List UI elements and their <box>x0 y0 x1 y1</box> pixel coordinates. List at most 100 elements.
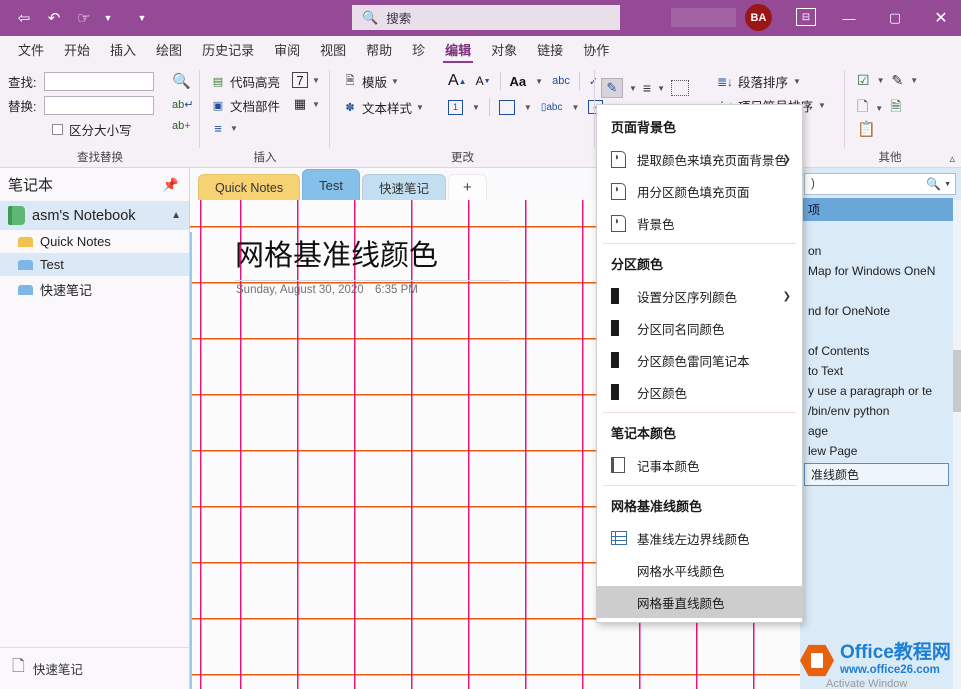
page-background-color-icon[interactable]: ✎ <box>601 78 623 98</box>
list-item[interactable]: lew Page <box>800 441 953 461</box>
page-list-scrollbar-track[interactable] <box>953 200 961 689</box>
list-item[interactable]: on <box>800 241 953 261</box>
page-search-box[interactable]: ) 🔍 ▼ <box>804 173 956 195</box>
chevron-down-icon[interactable]: ▼ <box>793 77 801 86</box>
ribbon-tab-collab[interactable]: 协作 <box>573 37 619 64</box>
chevron-down-icon[interactable]: ▼ <box>524 103 532 112</box>
back-arrow-icon[interactable]: ⇦ <box>10 4 38 32</box>
chevron-down-icon[interactable]: ▼ <box>416 103 424 112</box>
document-parts-label[interactable]: 文档部件 <box>230 96 280 115</box>
maximize-button[interactable]: ▢ <box>872 0 918 36</box>
chevron-down-icon[interactable]: ▼ <box>657 84 665 93</box>
sort-az-icon[interactable]: ≡ <box>210 120 226 136</box>
calendar-date-icon[interactable]: 7 <box>292 72 308 88</box>
list-item[interactable]: /bin/env python <box>800 401 953 421</box>
ribbon-tab-history[interactable]: 历史记录 <box>192 37 264 64</box>
menu-item-section-color-same-as-notebook[interactable]: 分区颜色雷同笔记本 <box>597 344 802 376</box>
collapse-ribbon-icon[interactable]: ▵ <box>949 152 955 165</box>
minimize-button[interactable]: — <box>826 0 872 36</box>
chevron-down-icon[interactable]: ▼ <box>818 101 826 110</box>
copy-icon[interactable]: 🗋 <box>857 96 868 120</box>
chevron-down-icon[interactable]: ▼ <box>312 100 320 109</box>
chevron-down-icon[interactable]: ▼ <box>391 77 399 86</box>
clipboard-icon[interactable]: 📋 <box>857 120 876 138</box>
customize-quick-access-icon[interactable]: ▼ <box>134 4 150 32</box>
page-time[interactable]: 6:35 PM <box>375 284 418 296</box>
chevron-down-icon[interactable]: ▼ <box>629 84 637 93</box>
border-icon[interactable] <box>499 100 515 115</box>
menu-item-notebook-color[interactable]: 记事本颜色 <box>597 449 802 481</box>
paste-check-icon[interactable]: 🗎 <box>890 96 901 120</box>
search-icon[interactable]: 🔍 <box>172 72 191 90</box>
ribbon-tab-help[interactable]: 帮助 <box>356 37 402 64</box>
ribbon-tab-draw[interactable]: 绘图 <box>146 37 192 64</box>
page-list-scrollbar-thumb[interactable] <box>953 350 961 412</box>
find-input[interactable] <box>44 72 154 91</box>
section-tab-quick-notes[interactable]: Quick Notes <box>198 174 300 200</box>
grid-icon[interactable] <box>671 80 689 96</box>
menu-item-extract-color-fill-page-bg[interactable]: 提取颜色来填充页面背景色 ❯ <box>597 143 802 175</box>
undo-icon[interactable]: ↶ <box>40 4 68 32</box>
menu-item-section-color[interactable]: 分区颜色 <box>597 376 802 408</box>
add-section-button[interactable]: + <box>448 174 487 200</box>
list-item[interactable]: to Text <box>800 361 953 381</box>
replace-all-icon[interactable]: a​b+ <box>172 120 191 132</box>
page-date[interactable]: Sunday, August 30, 2020 <box>236 284 364 296</box>
table-icon[interactable]: ▦ <box>292 96 308 112</box>
template-label[interactable]: 模版 <box>362 72 387 91</box>
ribbon-tab-link[interactable]: 链接 <box>527 37 573 64</box>
sidebar-item-kuaisubiji[interactable]: 快速笔记 <box>0 276 189 303</box>
ribbon-tab-object[interactable]: 对象 <box>481 37 527 64</box>
menu-item-set-section-sequence-color[interactable]: 设置分区序列颜色 ❯ <box>597 280 802 312</box>
replace-input[interactable] <box>44 96 154 115</box>
sort-paragraph-label[interactable]: 段落排序 <box>738 72 788 91</box>
menu-item-grid-vertical-line-color[interactable]: 网格垂直线颜色 <box>597 586 802 618</box>
chevron-down-icon[interactable]: ▼ <box>877 76 885 85</box>
list-item-active-page[interactable]: 准线颜色 <box>804 463 949 486</box>
ribbon-display-options-icon[interactable]: ⊟ <box>796 8 816 26</box>
ribbon-tab-review[interactable]: 审阅 <box>264 37 310 64</box>
list-item[interactable]: y use a paragraph or te <box>800 381 953 401</box>
numbering-icon[interactable]: 1 <box>448 100 463 115</box>
list-item[interactable]: Map for Windows OneN <box>800 261 953 281</box>
page-title[interactable]: 网格基准线颜色 <box>235 232 438 274</box>
chevron-down-icon[interactable]: ▼ <box>472 103 480 112</box>
text-style-label[interactable]: 文本样式 <box>362 98 412 117</box>
pin-icon[interactable]: 📌 <box>163 177 179 193</box>
list-item[interactable] <box>800 281 953 301</box>
change-case-icon[interactable]: Aa <box>510 74 527 89</box>
section-tab-kuaisubiji[interactable]: 快速笔记 <box>362 174 446 200</box>
list-icon[interactable]: ≡ <box>643 80 651 96</box>
chevron-down-icon[interactable]: ▼ <box>944 181 951 188</box>
touch-mode-icon[interactable]: ☞ <box>70 4 98 32</box>
ribbon-tab-view[interactable]: 视图 <box>310 37 356 64</box>
chevron-down-icon[interactable]: ▼ <box>312 76 320 85</box>
list-item[interactable]: 项 <box>800 198 953 221</box>
chevron-up-icon[interactable]: ▲ <box>171 210 181 221</box>
menu-item-grid-horizontal-line-color[interactable]: 网格水平线颜色 <box>597 554 802 586</box>
list-item[interactable]: nd for OneNote <box>800 301 953 321</box>
notebook-item-asms-notebook[interactable]: asm's Notebook ▲ <box>0 201 189 230</box>
chevron-down-icon[interactable]: ▼ <box>571 103 579 112</box>
highlighter-icon[interactable]: ✎ <box>891 72 903 89</box>
ribbon-tab-home[interactable]: 开始 <box>54 37 100 64</box>
ribbon-tab-insert[interactable]: 插入 <box>100 37 146 64</box>
search-box[interactable]: 🔍 搜索 <box>352 5 620 30</box>
menu-item-background-color[interactable]: 背景色 <box>597 207 802 239</box>
shrink-font-icon[interactable]: A▼ <box>476 74 491 88</box>
menu-item-same-name-same-color[interactable]: 分区同名同颜色 <box>597 312 802 344</box>
menu-item-fill-page-with-section-color[interactable]: 用分区颜色填充页面 <box>597 175 802 207</box>
avatar[interactable]: BA <box>745 4 772 31</box>
list-item[interactable] <box>800 321 953 341</box>
sidebar-item-quick-notes[interactable]: Quick Notes <box>0 230 189 253</box>
ribbon-tab-edit[interactable]: 编辑 <box>435 37 481 64</box>
close-button[interactable]: ✕ <box>918 0 961 36</box>
menu-item-baseline-left-border-color[interactable]: 基准线左边界线颜色 <box>597 522 802 554</box>
grow-font-icon[interactable]: A▲ <box>448 72 467 90</box>
list-item[interactable]: age <box>800 421 953 441</box>
search-icon[interactable]: 🔍 <box>926 177 941 191</box>
ribbon-tab-file[interactable]: 文件 <box>8 37 54 64</box>
touch-mode-chevron-icon[interactable]: ▼ <box>100 4 116 32</box>
chevron-down-icon[interactable]: ▼ <box>230 124 238 133</box>
quick-notes-button[interactable]: 🗋 快速笔记 <box>0 647 190 689</box>
